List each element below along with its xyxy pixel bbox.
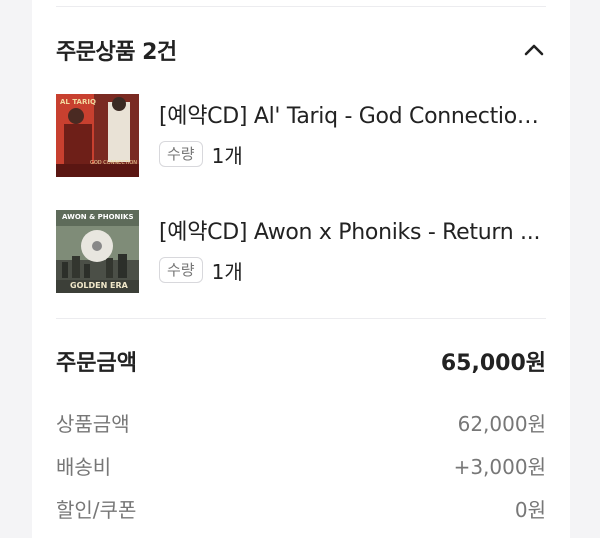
album-cover-image: AWON & PHONIKS GOLDEN ERA	[56, 209, 139, 293]
quantity-label: 수량	[159, 141, 203, 167]
chevron-up-icon[interactable]	[522, 38, 546, 62]
discount-coupon-label: 할인/쿠폰	[56, 497, 137, 522]
album-cover-logo: AL TARIQ	[60, 97, 96, 106]
section-divider	[56, 318, 546, 319]
album-cover-subtitle: GOD CONNECTION	[90, 159, 138, 166]
product-item[interactable]: AWON & PHONIKS GOLDEN ERA [예약CD] Awon x …	[56, 208, 546, 294]
order-items-title: 주문상품 2건	[56, 40, 177, 65]
quantity-label: 수량	[159, 257, 203, 283]
shipping-fee-value: +3,000원	[453, 454, 546, 479]
top-divider	[56, 6, 546, 7]
price-breakdown-row: 할인/쿠폰 0원	[56, 490, 546, 526]
product-name[interactable]: [예약CD] Awon x Phoniks - Return ...	[159, 218, 546, 248]
album-cover-subtitle: GOLDEN ERA	[70, 280, 128, 290]
order-total-value: 65,000원	[440, 351, 546, 376]
price-breakdown-row: 상품금액 62,000원	[56, 404, 546, 440]
order-total-label: 주문금액	[56, 351, 137, 376]
price-breakdown-row: 배송비 +3,000원	[56, 447, 546, 483]
shipping-fee-label: 배송비	[56, 454, 112, 479]
order-summary-card: 주문상품 2건 AL TARIQ GOD CONNECTION [예약CD] A…	[32, 0, 570, 538]
product-name[interactable]: [예약CD] Al' Tariq - God Connection...	[159, 102, 546, 132]
product-amount-label: 상품금액	[56, 411, 130, 436]
quantity-value: 1개	[211, 259, 243, 284]
album-cover-image: AL TARIQ GOD CONNECTION	[56, 93, 139, 177]
product-amount-value: 62,000원	[457, 411, 546, 436]
quantity-value: 1개	[211, 143, 243, 168]
album-cover-logo: AWON & PHONIKS	[62, 212, 134, 221]
order-total-row: 주문금액 65,000원	[56, 343, 546, 379]
order-items-header[interactable]: 주문상품 2건	[56, 28, 546, 72]
discount-coupon-value: 0원	[514, 497, 546, 522]
product-item[interactable]: AL TARIQ GOD CONNECTION [예약CD] Al' Tariq…	[56, 92, 546, 178]
